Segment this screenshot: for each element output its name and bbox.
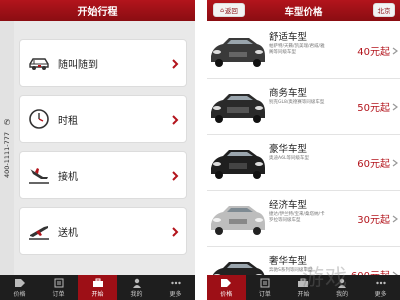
car-price: 40元起 — [357, 47, 390, 58]
car-row-business[interactable]: 商务车型 别克GL8/奥德赛等同级车型 50元起 — [207, 80, 400, 135]
chevron-right-icon — [172, 171, 179, 181]
tab-label: 价格 — [13, 290, 26, 298]
menu-label: 随叫随到 — [58, 59, 98, 71]
tab-more[interactable]: 更多 — [361, 275, 400, 300]
tab-orders[interactable]: 订单 — [246, 275, 285, 300]
menu-label: 时租 — [58, 115, 78, 127]
screenshot-stage: 开始行程 ✆ 400-1111-777 随叫随到 时租 接机 送机 价格 订单 … — [0, 0, 400, 300]
clock-icon — [26, 106, 52, 132]
chevron-right-icon — [392, 159, 398, 167]
tab-label: 更多 — [374, 290, 387, 298]
car-image — [211, 38, 265, 67]
car-price: 50元起 — [357, 103, 390, 114]
hotline-number[interactable]: 400-1111-777 — [1, 120, 13, 190]
tab-label: 更多 — [169, 290, 182, 298]
tab-start[interactable]: 开始 — [78, 275, 117, 300]
car-type-desc: 捷达/伊兰特/宝来/桑塔纳/卡罗拉等同级车型 — [269, 212, 325, 223]
car-icon — [26, 50, 52, 76]
home-icon: ⌂ — [220, 6, 224, 14]
user-icon — [132, 278, 141, 288]
briefcase-icon — [92, 278, 103, 287]
car-type-name: 豪华车型 — [269, 144, 308, 155]
chevron-right-icon — [392, 47, 398, 55]
title-bar: ⌂ 返回 车型价格 北京 — [207, 0, 400, 21]
chevron-right-icon — [172, 227, 179, 237]
more-icon — [375, 281, 386, 284]
more-icon — [170, 281, 181, 284]
page-title: 开始行程 — [77, 7, 118, 18]
chevron-right-icon — [172, 59, 179, 69]
tab-label: 订单 — [52, 290, 65, 298]
page-title: 车型价格 — [284, 6, 323, 18]
start-trip-screen: 开始行程 ✆ 400-1111-777 随叫随到 时租 接机 送机 价格 订单 … — [0, 0, 195, 300]
city-selector[interactable]: 北京 — [373, 3, 395, 17]
car-row-economy[interactable]: 经济车型 捷达/伊兰特/宝来/桑塔纳/卡罗拉等同级车型 30元起 — [207, 192, 400, 247]
car-image — [211, 94, 265, 123]
car-type-desc: 帕萨特/天籁/凯美瑞/君威/雅阁等同级车型 — [269, 44, 325, 55]
tab-mine[interactable]: 我的 — [117, 275, 156, 300]
tab-price[interactable]: 价格 — [0, 275, 39, 300]
tab-label: 订单 — [258, 290, 271, 298]
list-icon — [54, 278, 63, 287]
tab-more[interactable]: 更多 — [156, 275, 195, 300]
car-row-comfort[interactable]: 舒适车型 帕萨特/天籁/凯美瑞/君威/雅阁等同级车型 40元起 — [207, 24, 400, 79]
list-icon — [260, 278, 270, 287]
watermark: 游戏 — [302, 266, 349, 291]
chevron-right-icon — [392, 103, 398, 111]
car-price: 60元起 — [357, 159, 390, 170]
car-type-name: 商务车型 — [269, 88, 308, 99]
menu-label: 接机 — [58, 171, 78, 183]
menu-item-airport-dropoff[interactable]: 送机 — [19, 207, 187, 255]
plane-takeoff-icon — [26, 218, 52, 244]
menu-item-airport-pickup[interactable]: 接机 — [19, 151, 187, 199]
car-price: 30元起 — [357, 215, 390, 226]
tag-icon — [221, 278, 232, 287]
back-label: 返回 — [224, 7, 238, 15]
car-row-luxury[interactable]: 豪华车型 奥迪A6L等同级车型 60元起 — [207, 136, 400, 191]
plane-landing-icon — [26, 162, 52, 188]
city-label: 北京 — [377, 7, 391, 15]
title-bar: 开始行程 — [0, 0, 195, 21]
car-image — [211, 206, 265, 235]
bottom-tab-bar: 价格 订单 开始 我的 更多 — [0, 275, 195, 300]
car-type-name: 舒适车型 — [269, 32, 308, 43]
car-prices-screen: ⌂ 返回 车型价格 北京 舒适车型 帕萨特/天籁/凯美瑞/君威/雅阁等同级车型 … — [207, 0, 400, 300]
tab-label: 开始 — [91, 290, 104, 298]
tag-icon — [14, 278, 25, 287]
chevron-right-icon — [172, 115, 179, 125]
car-type-desc: 奥迪A6L等同级车型 — [269, 156, 309, 161]
tab-label: 价格 — [220, 290, 233, 298]
tab-label: 我的 — [130, 290, 143, 298]
menu-item-on-demand[interactable]: 随叫随到 — [19, 39, 187, 87]
menu-label: 送机 — [58, 227, 78, 239]
car-image — [211, 150, 265, 179]
tab-price[interactable]: 价格 — [207, 275, 246, 300]
menu-item-hourly[interactable]: 时租 — [19, 95, 187, 143]
car-type-name: 经济车型 — [269, 200, 308, 211]
back-button[interactable]: ⌂ 返回 — [213, 3, 245, 17]
chevron-right-icon — [392, 215, 398, 223]
tab-orders[interactable]: 订单 — [39, 275, 78, 300]
car-type-desc: 别克GL8/奥德赛等同级车型 — [269, 100, 325, 105]
